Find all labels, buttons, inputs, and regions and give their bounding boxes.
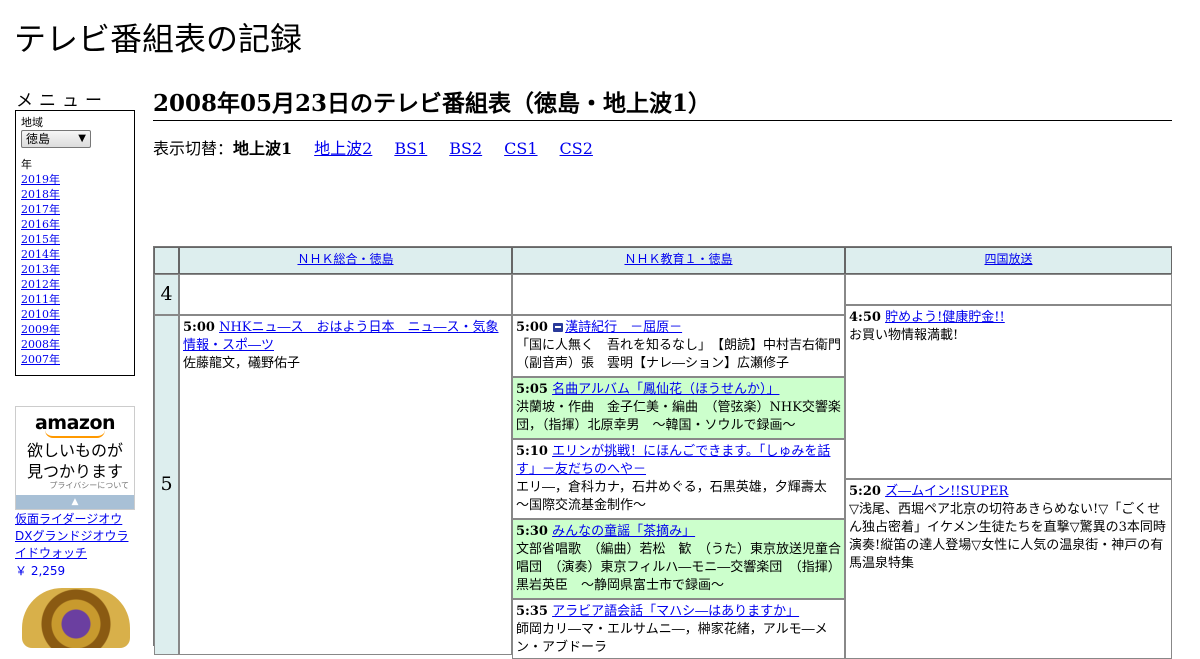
switcher-link-chiji2[interactable]: 地上波2	[314, 139, 372, 158]
program-title-link[interactable]: アラビア語会話「マハシ―はありますか」	[552, 604, 799, 619]
year-link-2012[interactable]: 2012年	[21, 278, 60, 291]
program-time: 5:10	[516, 444, 548, 459]
year-link-2018[interactable]: 2018年	[21, 188, 60, 201]
region-label: 地域	[21, 116, 43, 129]
program-cell: 5:10 エリンが挑戦！にほんごできます。「しゅみを話す」－友だちのへや－ エリ…	[512, 439, 845, 519]
empty-slot	[845, 274, 1172, 305]
program-cell: 5:20 ズ―ムイン!!SUPER ▽浅尾、西堀ペア北京の切符あきらめない!▽「…	[845, 479, 1172, 659]
program-desc: 洪蘭坡・作曲 金子仁美・編曲 （管弦楽）NHK交響楽団，（指揮）北原幸男 ～韓国…	[516, 400, 841, 433]
program-desc: ▽浅尾、西堀ペア北京の切符あきらめない!▽「ごくせん独占密着」イケメン生徒たちを…	[849, 502, 1166, 571]
program-title-link[interactable]: ズ―ムイン!!SUPER	[885, 484, 1008, 499]
site-title: テレビ番組表の記録	[14, 20, 303, 58]
empty-slot	[179, 274, 512, 315]
year-link-2013[interactable]: 2013年	[21, 263, 60, 276]
ad-privacy-link[interactable]: プライバシーについて	[49, 480, 129, 491]
channel-header: 四国放送	[845, 247, 1172, 274]
year-link-2007[interactable]: 2007年	[21, 353, 60, 366]
amazon-ad[interactable]: amazon 欲しいものが 見つかります プライバシーについて ▲	[15, 406, 135, 510]
switcher-link-bs2[interactable]: BS2	[449, 139, 482, 158]
corner-cell	[154, 247, 179, 274]
product-image[interactable]	[22, 588, 130, 648]
ad-copy-line: 見つかります	[26, 462, 123, 481]
program-title-link[interactable]: みんなの童謡「茶摘み」	[552, 524, 695, 539]
program-cell: 5:35 アラビア語会話「マハシ―はありますか」 師岡カリ―マ・エルサムニ―，榊…	[512, 599, 845, 659]
program-title-link[interactable]: エリンが挑戦！にほんごできます。「しゅみを話す」－友だちのへや－	[516, 444, 830, 477]
hour-cell-4: 4	[154, 274, 179, 315]
menu-box: 地域 徳島 ▼ 年 2019年 2018年 2017年 2016年 2015年 …	[15, 110, 135, 376]
region-select[interactable]: 徳島 ▼	[21, 130, 91, 148]
ad-copy-line: 欲しいものが	[26, 441, 123, 460]
program-desc: 文部省唱歌 （編曲）若松 歓 （うた）東京放送児童合唱団 （演奏）東京フィルハ―…	[516, 542, 842, 593]
switcher-label: 表示切替：	[153, 139, 234, 158]
program-time: 5:05	[516, 382, 548, 397]
program-cell: 5:00 NHKニュ―ス おはよう日本 ニュ―ス・気象情報・スポ―ツ 佐藤龍文，…	[179, 315, 512, 655]
program-cell: 4:50 貯めよう!健康貯金!! お買い物情報満載!	[845, 305, 1172, 479]
channel-link-nhk-sogo[interactable]: ＮＨＫ総合・徳島	[297, 252, 393, 266]
menu-heading: メニュー	[16, 91, 108, 111]
program-title-link[interactable]: NHKニュ―ス おはよう日本 ニュ―ス・気象情報・スポ―ツ	[183, 320, 499, 353]
year-link-2015[interactable]: 2015年	[21, 233, 60, 246]
year-link-2008[interactable]: 2008年	[21, 338, 60, 351]
program-desc: お買い物情報満載!	[849, 328, 959, 343]
program-desc: 「国に人無く 吾れを知るなし」 【朗読】中村吉右衛門 （副音声）張 雲明【ナレ―…	[516, 338, 844, 371]
chevron-up-icon: ▲	[71, 497, 79, 507]
product-price: ￥ 2,259	[15, 564, 66, 578]
program-time: 5:00	[516, 320, 548, 335]
program-time: 5:35	[516, 604, 548, 619]
program-cell: 5:30 みんなの童謡「茶摘み」 文部省唱歌 （編曲）若松 歓 （うた）東京放送…	[512, 519, 845, 599]
program-time: 5:20	[849, 484, 881, 499]
year-link-2009[interactable]: 2009年	[21, 323, 60, 336]
product-link[interactable]: 仮面ライダージオウ DXグランドジオウライドウォッチ	[15, 511, 137, 562]
channel-header: ＮＨＫ総合・徳島	[179, 247, 512, 274]
switcher-link-cs1[interactable]: CS1	[504, 139, 537, 158]
program-time: 5:30	[516, 524, 548, 539]
program-time: 4:50	[849, 310, 881, 325]
channel-header: ＮＨＫ教育１・徳島	[512, 247, 845, 274]
amazon-logo: amazon	[34, 412, 116, 434]
program-title-link[interactable]: 貯めよう!健康貯金!!	[885, 310, 1005, 325]
empty-slot	[512, 274, 845, 315]
switcher-link-cs2[interactable]: CS2	[560, 139, 593, 158]
program-title-link[interactable]: 漢詩紀行 －屈原－	[565, 320, 682, 335]
channel-link-shikoku[interactable]: 四国放送	[984, 252, 1032, 266]
switcher-current: 地上波1	[233, 139, 293, 158]
program-cell: 5:00 漢詩紀行 －屈原－ 「国に人無く 吾れを知るなし」 【朗読】中村吉右衛…	[512, 315, 845, 377]
switcher-link-bs1[interactable]: BS1	[394, 139, 427, 158]
broadcast-switcher: 表示切替：地上波1 地上波2 BS1 BS2 CS1 CS2	[153, 135, 615, 159]
year-label: 年	[21, 158, 32, 171]
region-select-value: 徳島	[26, 132, 51, 146]
program-desc: 佐藤龍文，礒野佑子	[183, 356, 301, 371]
ad-expand-bar[interactable]: ▲	[16, 495, 134, 509]
program-cell: 5:05 名曲アルバム「鳳仙花（ほうせんか）」 洪蘭坡・作曲 金子仁美・編曲 （…	[512, 377, 845, 439]
program-title-link[interactable]: 名曲アルバム「鳳仙花（ほうせんか）」	[552, 382, 779, 397]
program-desc: 師岡カリ―マ・エルサムニ―，榊家花緒，アルモ―メン・アブドーラ	[516, 622, 828, 655]
program-desc: エリ―，倉科カナ，石井めぐる，石黒英雄，夕輝壽太 ～国際交流基金制作～	[516, 480, 840, 513]
page-title: 2008年05月23日のテレビ番組表（徳島・地上波1）	[153, 84, 1172, 121]
year-link-2011[interactable]: 2011年	[21, 293, 60, 306]
channel-link-nhk-kyoiku[interactable]: ＮＨＫ教育１・徳島	[624, 252, 732, 266]
schedule-table: ＮＨＫ総合・徳島 ＮＨＫ教育１・徳島 四国放送 4 5 5:00 NHKニュ―ス…	[153, 246, 1172, 659]
year-list: 2019年 2018年 2017年 2016年 2015年 2014年 2013…	[21, 172, 129, 367]
subtitle-icon	[553, 323, 564, 332]
chevron-down-icon: ▼	[78, 133, 86, 144]
year-link-2017[interactable]: 2017年	[21, 203, 60, 216]
year-link-2014[interactable]: 2014年	[21, 248, 60, 261]
program-time: 5:00	[183, 320, 215, 335]
year-link-2019[interactable]: 2019年	[21, 173, 60, 186]
ad-copy: 欲しいものが 見つかります	[16, 440, 134, 482]
hour-cell-5: 5	[154, 315, 179, 655]
year-link-2016[interactable]: 2016年	[21, 218, 60, 231]
year-link-2010[interactable]: 2010年	[21, 308, 60, 321]
